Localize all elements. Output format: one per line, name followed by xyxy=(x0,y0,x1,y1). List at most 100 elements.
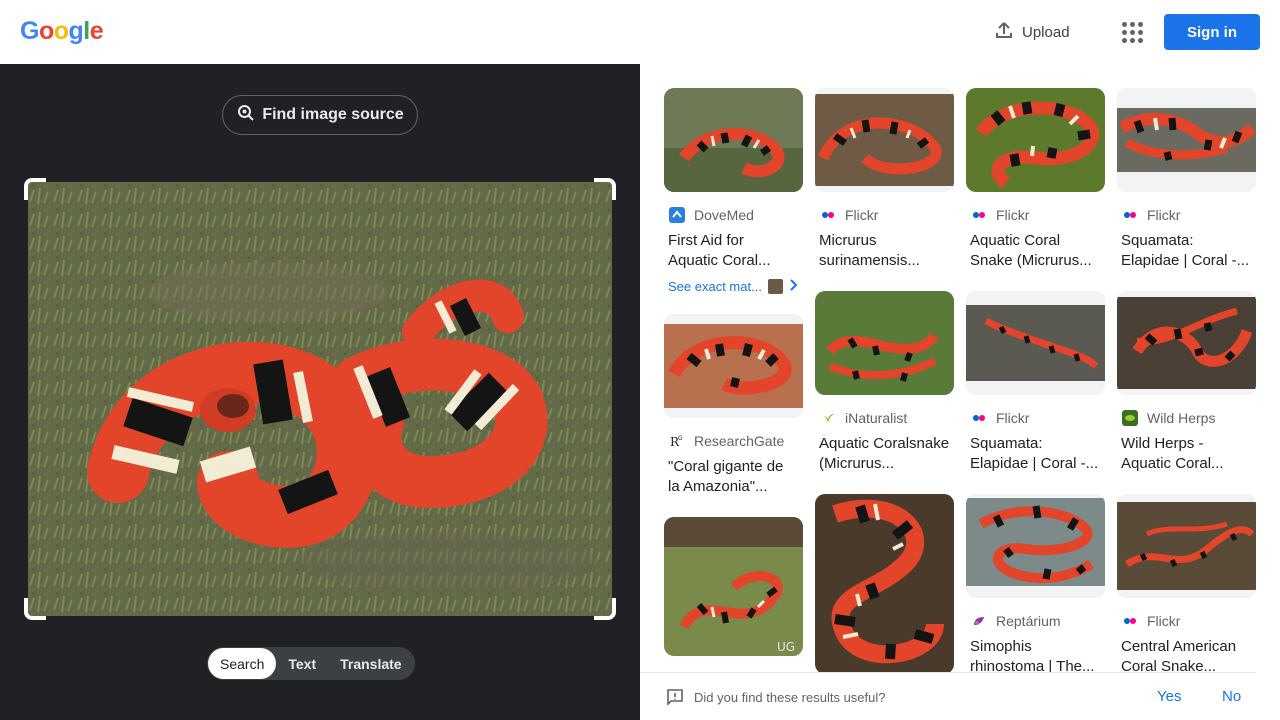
result-source: Flickr xyxy=(966,205,1105,225)
chevron-right-icon xyxy=(789,279,799,294)
upload-button[interactable]: Upload xyxy=(984,14,1080,50)
result-card[interactable]: Flickr Squamata: Elapidae | Coral -... xyxy=(966,291,1105,474)
flickr-icon xyxy=(819,206,837,224)
result-thumbnail[interactable] xyxy=(664,88,803,192)
results-column: Flickr Squamata: Elapidae | Coral -... Wi… xyxy=(1117,88,1256,697)
result-card[interactable]: UG xyxy=(664,517,803,656)
find-image-source-button[interactable]: Find image source xyxy=(222,95,418,135)
google-logo[interactable]: Google xyxy=(20,17,104,46)
result-title-line: surinamensis... xyxy=(819,252,920,269)
result-source: Wild Herps xyxy=(1117,408,1256,428)
result-title-line: Squamata: xyxy=(970,435,1043,452)
result-card[interactable]: iNaturalist Aquatic Coralsnake (Micrurus.… xyxy=(815,291,954,474)
logo-letter: o xyxy=(38,17,54,45)
result-source: RG ResearchGate xyxy=(664,431,803,451)
result-title[interactable]: Wild Herps - Aquatic Coral... xyxy=(1117,434,1256,474)
crop-corner-handle[interactable] xyxy=(594,598,616,620)
flickr-icon xyxy=(1121,612,1139,630)
result-title[interactable]: Micrurus surinamensis... xyxy=(815,231,954,271)
result-card[interactable]: Flickr Central American Coral Snake... xyxy=(1117,494,1256,677)
result-card[interactable]: Flickr Micrurus surinamensis... xyxy=(815,88,954,271)
result-source-name: Reptárium xyxy=(996,613,1061,629)
result-source-name: Flickr xyxy=(845,207,879,223)
apps-grid-icon[interactable] xyxy=(1116,16,1148,48)
result-title-line: First Aid for xyxy=(668,232,744,249)
upload-icon xyxy=(994,20,1014,44)
result-title[interactable]: Aquatic Coralsnake (Micrurus... xyxy=(815,434,954,474)
result-thumbnail[interactable] xyxy=(966,88,1105,192)
crop-selector[interactable] xyxy=(24,178,616,620)
tab-translate[interactable]: Translate xyxy=(328,648,413,679)
result-thumbnail[interactable] xyxy=(664,314,803,418)
result-title[interactable]: First Aid for Aquatic Coral... xyxy=(664,231,803,271)
result-title-line: Snake (Micrurus... xyxy=(970,252,1092,269)
feedback-yes-button[interactable]: Yes xyxy=(1157,688,1181,705)
result-thumbnail[interactable] xyxy=(1117,291,1256,395)
result-card[interactable]: Reptárium Simophis rhinostoma | The... xyxy=(966,494,1105,677)
result-title[interactable]: Central American Coral Snake... xyxy=(1117,637,1256,677)
visual-matches-pane: DoveMed First Aid for Aquatic Coral... Se… xyxy=(640,64,1280,720)
result-thumbnail[interactable] xyxy=(815,494,954,674)
results-column: Flickr Micrurus surinamensis... iNaturali… xyxy=(815,88,954,694)
sign-in-button[interactable]: Sign in xyxy=(1164,14,1260,50)
result-title-line: Simophis xyxy=(970,638,1032,655)
result-title-line: "Coral gigante de xyxy=(668,458,784,475)
results-column: Flickr Aquatic Coral Snake (Micrurus... F… xyxy=(966,88,1105,697)
result-thumbnail[interactable] xyxy=(966,291,1105,395)
crop-corner-handle[interactable] xyxy=(24,178,46,200)
result-card[interactable] xyxy=(815,494,954,674)
feedback-question: Did you find these results useful? xyxy=(694,690,886,705)
result-source: Flickr xyxy=(1117,205,1256,225)
result-title[interactable]: Squamata: Elapidae | Coral -... xyxy=(1117,231,1256,271)
upload-label: Upload xyxy=(1022,23,1070,41)
result-title[interactable]: Squamata: Elapidae | Coral -... xyxy=(966,434,1105,474)
result-source-name: Flickr xyxy=(996,410,1030,426)
result-source: iNaturalist xyxy=(815,408,954,428)
result-title-line: la Amazonia"... xyxy=(668,478,768,495)
result-title[interactable]: "Coral gigante de la Amazonia"... xyxy=(664,457,803,497)
svg-text:G: G xyxy=(678,435,683,442)
result-source-name: Wild Herps xyxy=(1147,410,1216,426)
result-thumbnail[interactable]: UG xyxy=(664,517,803,656)
logo-letter: G xyxy=(20,17,39,45)
result-source: Flickr xyxy=(966,408,1105,428)
result-source: Reptárium xyxy=(966,611,1105,631)
result-thumbnail[interactable] xyxy=(1117,494,1256,598)
flickr-icon xyxy=(1121,206,1139,224)
researchgate-icon: RG xyxy=(668,432,686,450)
dovemed-icon xyxy=(668,206,686,224)
inaturalist-icon xyxy=(819,409,837,427)
wildherps-icon xyxy=(1121,409,1139,427)
see-exact-matches-link[interactable]: See exact mat... xyxy=(664,279,803,294)
result-source: Flickr xyxy=(815,205,954,225)
result-thumbnail[interactable] xyxy=(966,494,1105,598)
flickr-icon xyxy=(970,409,988,427)
result-card[interactable]: Flickr Squamata: Elapidae | Coral -... xyxy=(1117,88,1256,271)
crop-corner-handle[interactable] xyxy=(594,178,616,200)
result-title-line: Aquatic Coral xyxy=(970,232,1061,249)
result-source: DoveMed xyxy=(664,205,803,225)
query-image xyxy=(28,182,612,616)
tab-search[interactable]: Search xyxy=(208,648,277,679)
result-title-line: Wild Herps - xyxy=(1121,435,1204,452)
find-image-source-label: Find image source xyxy=(262,106,404,123)
result-card[interactable]: Wild Herps Wild Herps - Aquatic Coral... xyxy=(1117,291,1256,474)
tab-text[interactable]: Text xyxy=(276,648,328,679)
crop-corner-handle[interactable] xyxy=(24,598,46,620)
result-source-name: Flickr xyxy=(996,207,1030,223)
result-title-line: Aquatic Coral... xyxy=(1121,455,1224,472)
feedback-no-button[interactable]: No xyxy=(1222,688,1241,705)
result-title[interactable]: Simophis rhinostoma | The... xyxy=(966,637,1105,677)
result-thumbnail[interactable] xyxy=(815,88,954,192)
result-title-line: Elapidae | Coral -... xyxy=(1121,252,1250,269)
result-card[interactable]: RG ResearchGate "Coral gigante de la Amaz… xyxy=(664,314,803,497)
result-card[interactable]: Flickr Aquatic Coral Snake (Micrurus... xyxy=(966,88,1105,271)
result-thumbnail[interactable] xyxy=(1117,88,1256,192)
result-thumbnail[interactable] xyxy=(815,291,954,395)
result-card[interactable]: DoveMed First Aid for Aquatic Coral... Se… xyxy=(664,88,803,294)
lens-search-icon xyxy=(236,103,256,128)
result-source: Flickr xyxy=(1117,611,1256,631)
top-bar: Google Upload Sign in xyxy=(0,0,1280,64)
svg-text:UG: UG xyxy=(777,640,795,654)
result-title[interactable]: Aquatic Coral Snake (Micrurus... xyxy=(966,231,1105,271)
